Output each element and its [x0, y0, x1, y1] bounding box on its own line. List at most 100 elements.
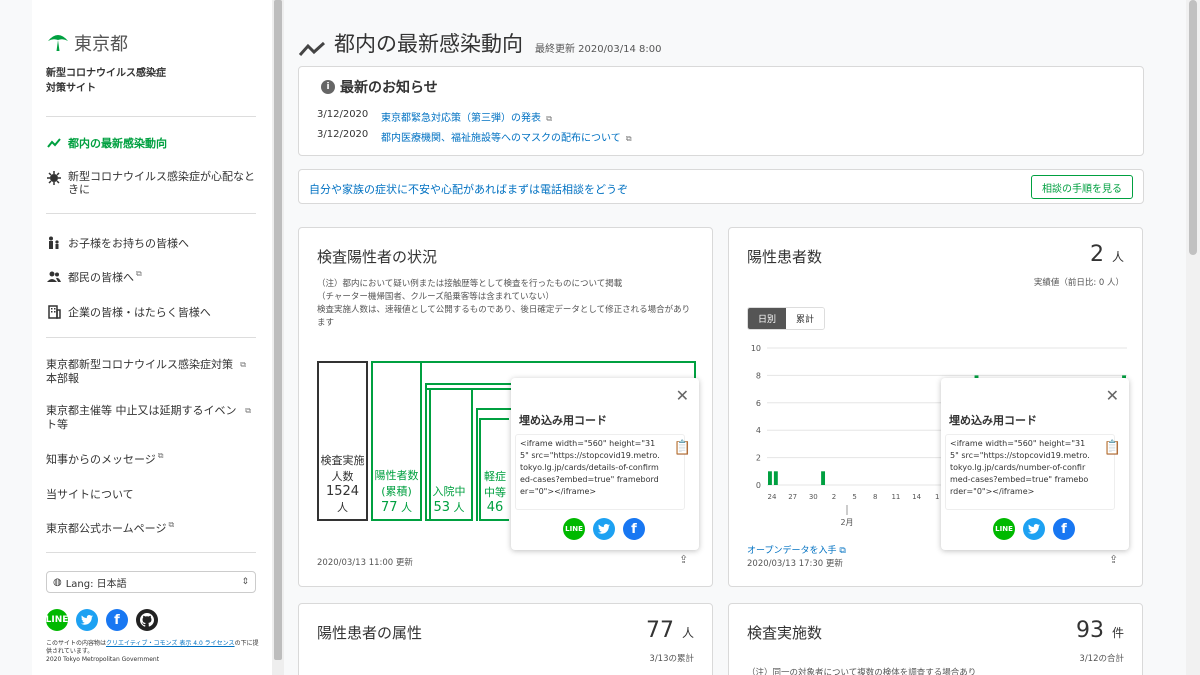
nav-item-official-site[interactable]: 東京都公式ホームページ ⧉	[46, 520, 258, 536]
y-tick-label: 10	[751, 344, 761, 353]
line-icon[interactable]: LINE	[993, 518, 1015, 540]
select-arrow-icon: ⇕	[241, 577, 249, 587]
test-count-sub: 3/12の合計	[1079, 654, 1124, 664]
x-tick-label: 27	[788, 493, 797, 501]
nav-item-hq-report[interactable]: 東京都新型コロナウイルス感染症対策本部報 ⧉	[46, 358, 246, 386]
facebook-icon[interactable]: f	[106, 609, 128, 631]
nav-item-about[interactable]: 当サイトについて	[46, 486, 258, 502]
card-note: （注）都内において疑い例または接触歴等として検査を行ったものについて掲載 （チャ…	[317, 279, 691, 328]
copyright: 2020 Tokyo Metropolitan Government	[46, 656, 160, 663]
line-icon[interactable]: LINE	[46, 609, 68, 631]
clipboard-icon[interactable]: 📋	[674, 440, 691, 456]
y-tick-label: 4	[756, 426, 761, 435]
x-tick-label: 2	[832, 493, 836, 501]
nav-item-worried[interactable]: 新型コロナウイルス感染症が心配なときに	[46, 170, 258, 196]
embed-title: 埋め込み用コード	[519, 414, 607, 427]
twitter-icon[interactable]	[1023, 518, 1045, 540]
positive-box: 陽性者数 (累積) 77 人	[371, 361, 422, 521]
info-icon: i	[321, 80, 335, 94]
mild-box: 軽症 中等 46	[479, 418, 509, 521]
embed-code[interactable]: <iframe width="560" height="315" src="ht…	[945, 434, 1115, 510]
embed-code[interactable]: <iframe width="560" height="315" src="ht…	[515, 434, 685, 510]
facebook-icon[interactable]: f	[1053, 518, 1075, 540]
y-tick-label: 0	[756, 481, 761, 490]
sidebar: 東京都 新型コロナウイルス感染症 対策サイト 都内の最新感染動向 新型コロナウイ…	[32, 0, 272, 675]
tab-cumulative[interactable]: 累計	[786, 308, 825, 329]
divider	[46, 337, 256, 338]
twitter-icon[interactable]	[593, 518, 615, 540]
nav-item-citizens[interactable]: 都民の皆様へ ⧉	[46, 269, 258, 285]
nav-item-latest-trends[interactable]: 都内の最新感染動向	[46, 135, 258, 151]
test-status-card: 検査陽性者の状況 （注）都内において疑い例または接触歴等として検査を行ったものに…	[298, 227, 713, 587]
card-title: 検査陽性者の状況	[317, 248, 438, 266]
divider	[46, 213, 256, 214]
consult-link[interactable]: 自分や家族の症状に不安や心配があればまずは電話相談をどうぞ	[309, 181, 628, 197]
twitter-icon[interactable]	[76, 609, 98, 631]
attributes-card: 陽性患者の属性 77 人 3/13の累計	[298, 603, 713, 675]
nav-item-parents[interactable]: お子様をお持ちの皆様へ	[46, 235, 258, 251]
embed-popup: ✕ 埋め込み用コード <iframe width="560" height="3…	[511, 378, 699, 550]
divider	[46, 552, 256, 553]
nav-item-businesses[interactable]: 企業の皆様・はたらく皆様へ	[46, 304, 258, 320]
external-link-icon: ⧉	[168, 520, 175, 529]
updated-time: 2020/03/13 17:30 更新	[747, 559, 843, 569]
site-title: 新型コロナウイルス感染症 対策サイト	[46, 68, 166, 94]
trending-up-icon	[298, 41, 326, 56]
open-data-link[interactable]: オープンデータを入手 ⧉	[747, 543, 846, 556]
close-icon[interactable]: ✕	[676, 386, 689, 405]
github-icon[interactable]	[136, 609, 158, 631]
license-footer: このサイトの内容物はクリエイティブ・コモンズ 表示 4.0 ライセンスの下に提供…	[46, 640, 261, 664]
external-link-icon: ⧉	[546, 114, 552, 123]
nav-item-events[interactable]: 東京都主催等 中止又は延期するイベント等 ⧉	[46, 404, 251, 432]
external-link-icon: ⧉	[240, 360, 246, 369]
share-icon[interactable]: ⇪	[1109, 553, 1118, 566]
bar	[821, 471, 826, 485]
divider	[46, 116, 256, 117]
building-icon	[46, 304, 62, 320]
page-scrollbar-thumb[interactable]	[1189, 0, 1197, 255]
popup-social: LINE f	[563, 518, 645, 540]
line-icon[interactable]: LINE	[563, 518, 585, 540]
social-links: LINE f	[46, 609, 158, 631]
logo[interactable]: 東京都	[46, 30, 128, 56]
license-link[interactable]: クリエイティブ・コモンズ 表示 4.0 ライセンス	[106, 640, 235, 647]
virus-icon	[46, 170, 62, 186]
chart-tabs: 日別 累計	[747, 307, 826, 330]
close-icon[interactable]: ✕	[1106, 386, 1119, 405]
x-tick-label: 8	[873, 493, 877, 501]
people-icon	[46, 269, 62, 285]
clipboard-icon[interactable]: 📋	[1104, 440, 1121, 456]
share-icon[interactable]: ⇪	[679, 553, 688, 566]
consult-steps-button[interactable]: 相談の手順を見る	[1031, 175, 1133, 199]
external-link-icon: ⧉	[625, 134, 632, 143]
y-tick-label: 2	[756, 454, 761, 463]
external-link-icon: ⧉	[839, 546, 846, 556]
test-count-note: （注）同一の対象者について複数の検体を調査する場合あり	[747, 668, 977, 675]
sidebar-scrollbar-thumb[interactable]	[274, 0, 282, 660]
hospitalized-box: 入院中 53 人	[425, 388, 473, 521]
x-tick-label: 30	[809, 493, 818, 501]
nav-item-governor-message[interactable]: 知事からのメッセージ ⧉	[46, 451, 258, 467]
tab-daily[interactable]: 日別	[748, 308, 787, 329]
news-link[interactable]: 都内医療機関、福祉施設等へのマスクの配布について ⧉	[381, 129, 632, 144]
card-title: 検査実施数	[747, 624, 823, 642]
attributes-value: 77 人	[645, 618, 694, 643]
news-item: 3/12/2020 東京都緊急対応策（第三弾）の発表 ⧉	[317, 109, 552, 124]
news-item: 3/12/2020 都内医療機関、福祉施設等へのマスクの配布について ⧉	[317, 129, 632, 144]
page-title: 都内の最新感染動向	[334, 32, 523, 56]
updated-time: 2020/03/13 11:00 更新	[317, 558, 413, 568]
language-select[interactable]: ◍ Lang: 日本語 ⇕	[46, 571, 256, 593]
card-title: 陽性患者数	[747, 248, 823, 266]
last-updated: 最終更新 2020/03/14 8:00	[535, 44, 662, 55]
embed-title: 埋め込み用コード	[949, 414, 1037, 427]
positive-count-sub: 実績値（前日比: 0 人）	[1033, 278, 1124, 288]
news-title: i 最新のお知らせ	[321, 77, 438, 97]
tested-box: 検査実施 人数 1524 人	[317, 361, 368, 521]
positive-count-card: 陽性患者数 2人 実績値（前日比: 0 人） 日別 累計 0 2 4 6 8 10 24 27…	[728, 227, 1143, 587]
bar	[768, 471, 772, 485]
tokyo-logo-icon	[48, 35, 68, 51]
external-link-icon: ⧉	[157, 451, 164, 460]
news-link[interactable]: 東京都緊急対応策（第三弾）の発表 ⧉	[381, 109, 552, 124]
facebook-icon[interactable]: f	[623, 518, 645, 540]
y-tick-label: 8	[756, 371, 761, 380]
